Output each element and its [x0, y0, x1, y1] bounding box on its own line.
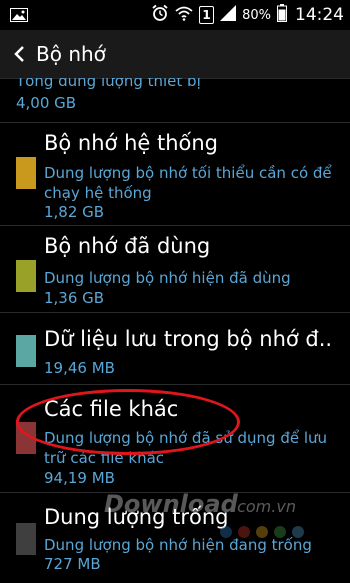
color-swatch: [16, 260, 36, 292]
item-desc: Dung lượng bộ nhớ đã sử dụng để lưu trữ …: [44, 429, 328, 467]
back-chevron-icon[interactable]: [10, 43, 28, 65]
item-title: Bộ nhớ hệ thống: [44, 131, 219, 155]
item-size: 727 MB: [44, 555, 101, 573]
item-title: Các file khác: [44, 397, 179, 421]
clock: 14:24: [295, 5, 344, 25]
total-storage-size: 4,00 GB: [16, 94, 77, 112]
item-desc: Dung lượng bộ nhớ hiện đang trống: [44, 536, 312, 554]
sim-badge: 1: [199, 6, 215, 24]
color-swatch: [16, 157, 36, 189]
list-item-system-memory[interactable]: Bộ nhớ hệ thống Dung lượng bộ nhớ tối th…: [0, 123, 350, 225]
item-size: 1,82 GB: [44, 203, 105, 221]
item-desc: Dung lượng bộ nhớ tối thiểu cần có để ch…: [44, 164, 332, 202]
color-swatch: [16, 523, 36, 555]
item-size: 94,19 MB: [44, 469, 115, 487]
item-size: 19,46 MB: [44, 359, 115, 377]
list-item-used-memory[interactable]: Bộ nhớ đã dùng Dung lượng bộ nhớ hiện đã…: [0, 226, 350, 312]
gallery-icon: [10, 7, 28, 22]
list-item-total-storage[interactable]: Tổng dung lượng thiết bị 4,00 GB: [0, 78, 350, 118]
item-size: 1,36 GB: [44, 289, 105, 307]
item-desc: Dung lượng bộ nhớ hiện đã dùng: [44, 269, 291, 287]
battery-percent: 80%: [242, 7, 271, 23]
list-item-free-space[interactable]: Dung lượng trống Dung lượng bộ nhớ hiện …: [0, 493, 350, 583]
list-item-cached-data[interactable]: Dữ liệu lưu trong bộ nhớ đ.. 19,46 MB: [0, 313, 350, 383]
alarm-icon: [151, 4, 169, 26]
list-item-other-files[interactable]: Các file khác Dung lượng bộ nhớ đã sử dụ…: [0, 385, 350, 491]
total-storage-desc: Tổng dung lượng thiết bị: [16, 78, 201, 90]
battery-icon: [277, 4, 287, 26]
page-title[interactable]: Bộ nhớ: [36, 42, 106, 66]
item-title: Dung lượng trống: [44, 505, 229, 529]
status-bar: 1 80% 14:24: [0, 0, 350, 30]
color-swatch: [16, 335, 36, 367]
color-swatch: [16, 422, 36, 454]
wifi-icon: [175, 5, 193, 25]
signal-icon: [220, 5, 237, 25]
storage-list: Tổng dung lượng thiết bị 4,00 GB Bộ nhớ …: [0, 78, 350, 583]
item-title: Dữ liệu lưu trong bộ nhớ đ..: [44, 327, 333, 351]
action-bar: Bộ nhớ: [0, 30, 350, 79]
item-title: Bộ nhớ đã dùng: [44, 234, 211, 258]
